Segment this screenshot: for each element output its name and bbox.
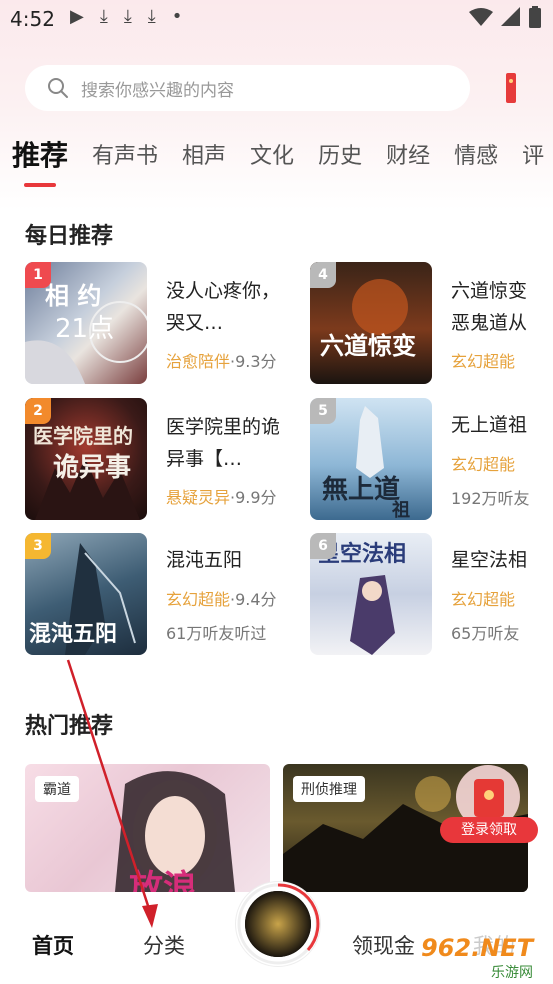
book-cover: 星空法相 6 (310, 533, 432, 655)
svg-text:相 约: 相 约 (45, 282, 101, 310)
hot-tag: 霸道 (35, 776, 79, 802)
nav-category[interactable]: 分类 (143, 930, 185, 960)
book-title: 医学院里的诡异事【… (166, 416, 281, 470)
download-icon: ⤓ (99, 6, 108, 27)
download-icon: ⤓ (123, 6, 132, 27)
book-genre: 玄幻超能 (451, 590, 516, 609)
book-meta: 玄幻超能 (451, 451, 515, 475)
tab-culture[interactable]: 文化 (250, 138, 294, 174)
book-card[interactable]: 相 约 21点 1 没人心疼你，哭又… 治愈陪伴·9.3分 (25, 262, 315, 386)
tab-emotion[interactable]: 情感 (454, 138, 498, 174)
book-cover: 六道惊变 4 (310, 262, 432, 384)
search-placeholder: 搜索你感兴趣的内容 (81, 80, 234, 101)
book-genre: 悬疑灵异 (166, 488, 231, 507)
book-genre: 玄幻超能 (451, 352, 516, 371)
tab-audiobook[interactable]: 有声书 (92, 138, 158, 174)
book-meta: 玄幻超能·9.4分 (166, 586, 277, 610)
book-card[interactable]: 医学院里的 诡异事 2 医学院里的诡异事【… 悬疑灵异·9.9分 (25, 398, 315, 522)
section-title-hot: 热门推荐 (25, 714, 114, 739)
svg-text:無上道: 無上道 (322, 474, 400, 505)
tab-finance[interactable]: 财经 (386, 138, 430, 174)
status-bar: 4:52 ▶ ⤓ ⤓ ⤓ • (0, 0, 553, 40)
tab-crosstalk[interactable]: 相声 (182, 138, 226, 174)
book-title: 没人心疼你，哭又… (166, 280, 281, 334)
nav-home[interactable]: 首页 (32, 930, 74, 960)
book-genre: 玄幻超能 (166, 590, 231, 609)
tab-recommend[interactable]: 推荐 (12, 134, 68, 174)
book-genre: 玄幻超能 (451, 455, 516, 474)
nav-cash[interactable]: 领现金 (352, 930, 415, 960)
book-cover: 医学院里的 诡异事 2 (25, 398, 147, 520)
book-card[interactable]: 無上道 祖 5 无上道祖 玄幻超能 192万听友 (310, 398, 553, 522)
book-cover: 相 约 21点 1 (25, 262, 147, 384)
book-listeners: 61万听友听过 (166, 624, 267, 643)
book-title: 混沌五阳 (166, 549, 243, 571)
book-title: 星空法相 (451, 549, 528, 571)
search-icon (48, 78, 68, 98)
section-title-daily: 每日推荐 (25, 224, 114, 249)
hot-card[interactable]: 放浪 霸道 (25, 764, 270, 892)
watermark-sub: 乐游网 (491, 965, 533, 981)
book-card[interactable]: 星空法相 6 星空法相 玄幻超能 65万听友 (310, 533, 553, 657)
svg-text:祖: 祖 (391, 499, 410, 520)
rank-badge: 5 (310, 398, 336, 424)
book-meta: 悬疑灵异·9.9分 (166, 484, 277, 508)
book-cover: 混沌五阳 3 (25, 533, 147, 655)
book-score: ·9.9分 (230, 488, 277, 507)
rank-badge: 4 (310, 262, 336, 288)
nav-player-button[interactable] (236, 882, 320, 966)
search-bar[interactable]: 搜索你感兴趣的内容 (25, 65, 470, 111)
wifi-icon (469, 8, 493, 26)
tab-more[interactable]: 评 (522, 138, 544, 174)
download-icon: ⤓ (147, 6, 156, 27)
svg-text:六道惊变: 六道惊变 (320, 331, 416, 360)
player-progress-ring (237, 883, 320, 965)
book-listeners: 65万听友 (451, 624, 520, 643)
rank-badge: 1 (25, 262, 51, 288)
book-genre: 治愈陪伴 (166, 352, 231, 371)
rank-badge: 6 (310, 533, 336, 559)
cover-title: 放浪 (129, 868, 197, 892)
status-time: 4:52 (10, 7, 55, 31)
category-tabs: 推荐 有声书 相声 文化 历史 财经 情感 评 (12, 138, 553, 174)
status-notifications: ▶ ⤓ ⤓ ⤓ • (70, 6, 182, 27)
book-score: ·9.4分 (230, 590, 277, 609)
battery-icon (529, 6, 541, 28)
watermark-brand: 962.NET (421, 934, 534, 962)
tab-history[interactable]: 历史 (318, 138, 362, 174)
rank-badge: 2 (25, 398, 51, 424)
svg-text:诡异事: 诡异事 (53, 453, 131, 483)
status-system-icons (469, 6, 541, 28)
book-cover: 無上道 祖 5 (310, 398, 432, 520)
book-listeners: 192万听友 (451, 489, 530, 508)
book-card[interactable]: 六道惊变 4 六道惊变恶鬼道从 玄幻超能 (310, 262, 553, 386)
book-meta: 玄幻超能 (451, 348, 515, 372)
floating-red-packet[interactable]: 登录领取 (440, 765, 540, 845)
svg-text:21点: 21点 (55, 314, 114, 344)
book-card[interactable]: 混沌五阳 3 混沌五阳 玄幻超能·9.4分 61万听友听过 (25, 533, 315, 657)
more-dot-icon: • (171, 6, 183, 27)
svg-text:医学院里的: 医学院里的 (33, 424, 133, 448)
book-meta: 治愈陪伴·9.3分 (166, 348, 277, 372)
rank-badge: 3 (25, 533, 51, 559)
book-score: ·9.3分 (230, 352, 277, 371)
book-meta: 玄幻超能 (451, 586, 515, 610)
play-icon: ▶ (70, 6, 84, 27)
book-title: 无上道祖 (451, 414, 528, 436)
site-watermark: 962.NET 乐游网 (413, 930, 553, 984)
red-packet-icon[interactable] (506, 73, 516, 103)
active-tab-indicator (24, 183, 56, 187)
book-title: 六道惊变恶鬼道从 (451, 280, 528, 334)
login-claim-button[interactable]: 登录领取 (440, 817, 538, 843)
svg-text:混沌五阳: 混沌五阳 (29, 621, 117, 647)
signal-icon (501, 7, 520, 26)
hot-tag: 刑侦推理 (293, 776, 365, 802)
